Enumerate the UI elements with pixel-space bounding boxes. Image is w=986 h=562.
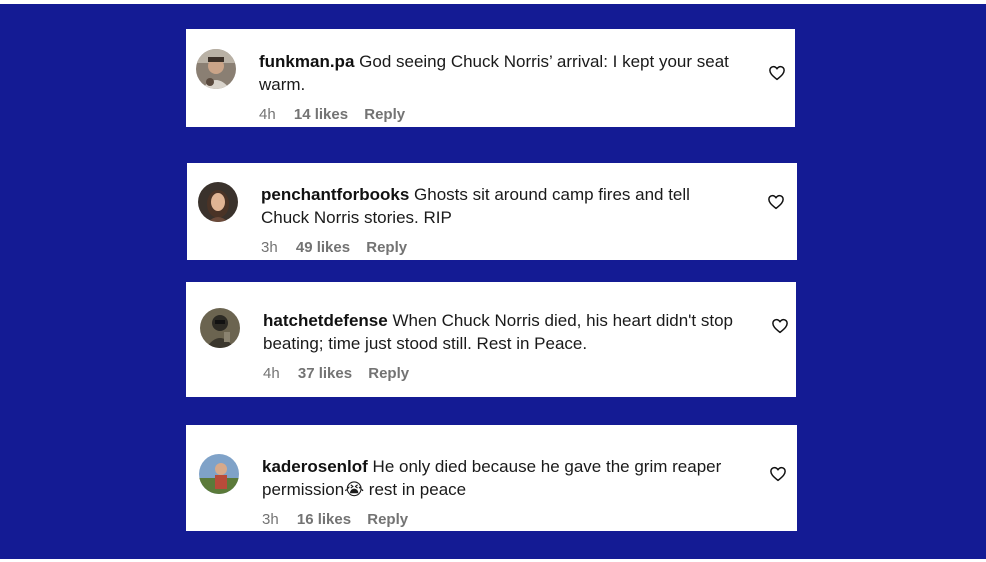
likes-count[interactable]: 37 likes [298, 365, 352, 382]
comment-time: 4h [259, 106, 276, 123]
comment-card: funkman.pa God seeing Chuck Norris’ arri… [186, 29, 795, 127]
reply-button[interactable]: Reply [368, 365, 409, 382]
comment-username[interactable]: penchantforbooks [261, 185, 409, 204]
avatar[interactable] [198, 182, 238, 222]
comment-card: penchantforbooks Ghosts sit around camp … [187, 163, 797, 260]
comment-card: hatchetdefense When Chuck Norris died, h… [186, 282, 796, 397]
reply-button[interactable]: Reply [366, 239, 407, 256]
comment-card: kaderosenlof He only died because he gav… [186, 425, 797, 531]
comment-meta: 4h 14 likes Reply [259, 106, 405, 123]
likes-count[interactable]: 49 likes [296, 239, 350, 256]
page-background: funkman.pa God seeing Chuck Norris’ arri… [0, 4, 986, 559]
comment-username[interactable]: hatchetdefense [263, 311, 388, 330]
comment-meta: 3h 16 likes Reply [262, 511, 408, 528]
reply-button[interactable]: Reply [367, 511, 408, 528]
comment-text-block: hatchetdefense When Chuck Norris died, h… [263, 309, 733, 355]
comment-text-block: funkman.pa God seeing Chuck Norris’ arri… [259, 50, 729, 96]
avatar[interactable] [200, 308, 240, 348]
comment-time: 3h [262, 511, 279, 528]
comment-meta: 4h 37 likes Reply [263, 365, 409, 382]
comment-text-block: kaderosenlof He only died because he gav… [262, 455, 732, 501]
avatar[interactable] [199, 454, 239, 494]
heart-icon[interactable] [769, 465, 787, 483]
avatar[interactable] [196, 49, 236, 89]
reply-button[interactable]: Reply [364, 106, 405, 123]
comment-time: 4h [263, 365, 280, 382]
heart-icon[interactable] [768, 64, 786, 82]
comment-text-block: penchantforbooks Ghosts sit around camp … [261, 183, 731, 229]
likes-count[interactable]: 16 likes [297, 511, 351, 528]
comment-username[interactable]: funkman.pa [259, 52, 354, 71]
heart-icon[interactable] [767, 193, 785, 211]
heart-icon[interactable] [771, 317, 789, 335]
comment-time: 3h [261, 239, 278, 256]
comment-meta: 3h 49 likes Reply [261, 239, 407, 256]
comment-username[interactable]: kaderosenlof [262, 457, 368, 476]
likes-count[interactable]: 14 likes [294, 106, 348, 123]
